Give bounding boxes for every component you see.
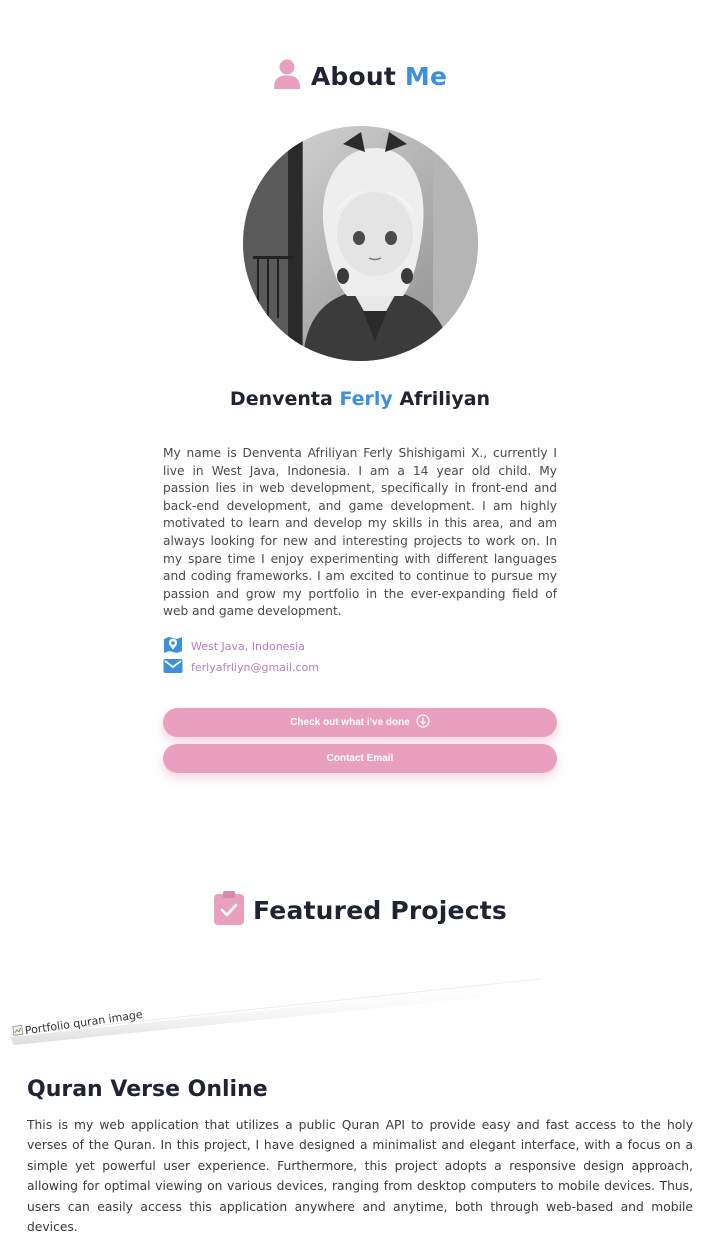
mail-icon xyxy=(163,658,183,677)
check-work-label: Check out what i've done xyxy=(290,717,410,728)
profile-name: Denventa Ferly Afriliyan xyxy=(229,388,491,410)
projects-title: Featured Projects xyxy=(253,895,507,925)
arrow-down-circle-icon xyxy=(416,714,430,731)
location-text: West Java, Indonesia xyxy=(191,640,305,653)
project-card-background xyxy=(9,965,550,1045)
location-row: West Java, Indonesia xyxy=(163,636,305,657)
map-pin-icon xyxy=(163,636,183,657)
avatar xyxy=(243,126,478,361)
project-title[interactable]: Quran Verse Online xyxy=(27,1077,268,1102)
bio-paragraph: My name is Denventa Afriliyan Ferly Shis… xyxy=(163,446,557,619)
contact-email-button[interactable]: Contact Email xyxy=(163,744,557,773)
about-heading: About Me xyxy=(0,58,720,94)
contact-email-label: Contact Email xyxy=(326,753,394,764)
email-link[interactable]: ferlyafrliyn@gmail.com xyxy=(191,661,319,674)
project-description: This is my web application that utilizes… xyxy=(27,1118,693,1235)
email-row: ferlyafrliyn@gmail.com xyxy=(163,658,319,677)
user-icon xyxy=(273,58,301,94)
projects-heading: Featured Projects xyxy=(0,890,720,930)
about-title: About Me xyxy=(310,61,448,91)
broken-image-icon xyxy=(12,1024,24,1039)
clipboard-check-icon xyxy=(213,890,245,930)
check-work-button[interactable]: Check out what i've done xyxy=(163,708,557,737)
